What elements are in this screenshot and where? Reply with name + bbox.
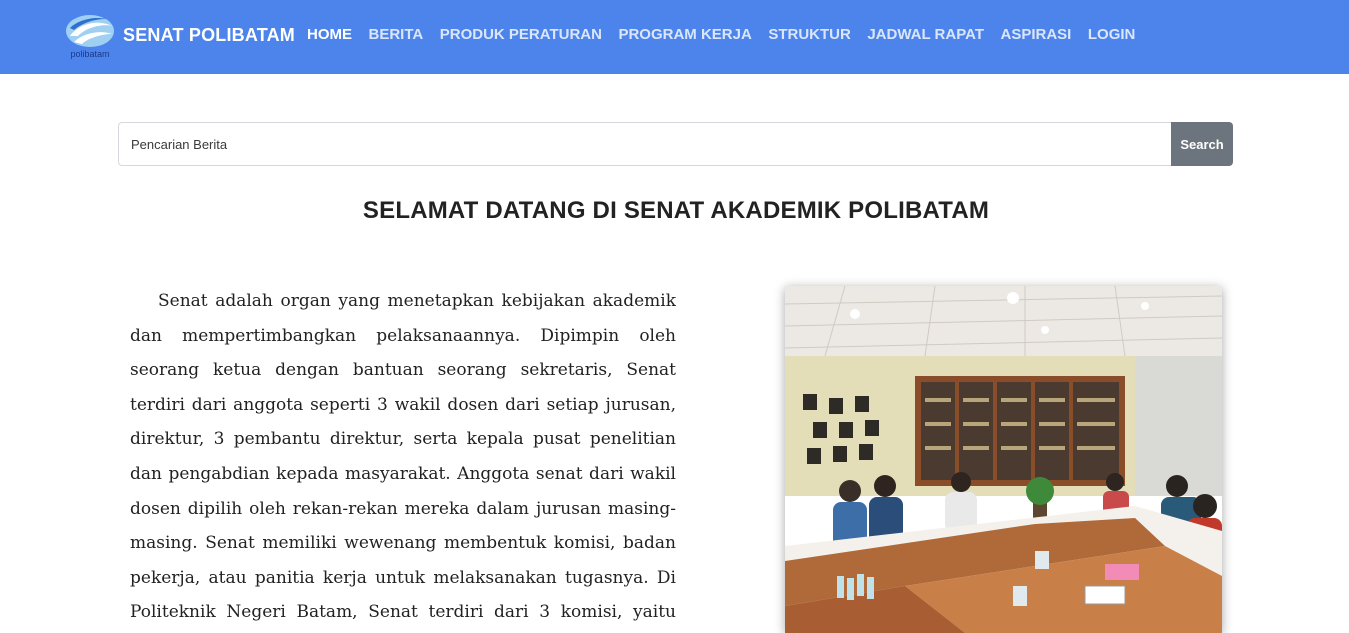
page-title: SELAMAT DATANG DI SENAT AKADEMIK POLIBAT… [362,197,990,224]
polibatam-logo-icon: polibatam [64,14,116,60]
nav-login[interactable]: LOGIN [1088,26,1136,43]
navbar: polibatam SENAT POLIBATAM HOME BERITA PR… [0,0,1349,74]
logo-caption: polibatam [70,49,109,59]
nav-struktur[interactable]: STRUKTUR [768,26,851,43]
nav-home[interactable]: HOME [307,26,352,43]
brand[interactable]: polibatam SENAT POLIBATAM [64,14,295,60]
nav-aspirasi[interactable]: ASPIRASI [1001,26,1072,43]
nav-program-kerja[interactable]: PROGRAM KERJA [618,26,751,43]
intro-paragraph: Senat adalah organ yang menetapkan kebij… [130,291,676,623]
brand-name: SENAT POLIBATAM [123,24,295,45]
nav-berita[interactable]: BERITA [369,26,424,43]
nav-jadwal-rapat[interactable]: JADWAL RAPAT [867,26,984,43]
search-input[interactable] [118,122,1171,166]
main-nav: HOME BERITA PRODUK PERATURAN PROGRAM KER… [307,26,1152,43]
search-button[interactable]: Search [1171,122,1233,166]
search-form: Search [118,122,1233,166]
senate-meeting-photo [785,286,1222,633]
nav-produk-peraturan[interactable]: PRODUK PERATURAN [440,26,602,43]
